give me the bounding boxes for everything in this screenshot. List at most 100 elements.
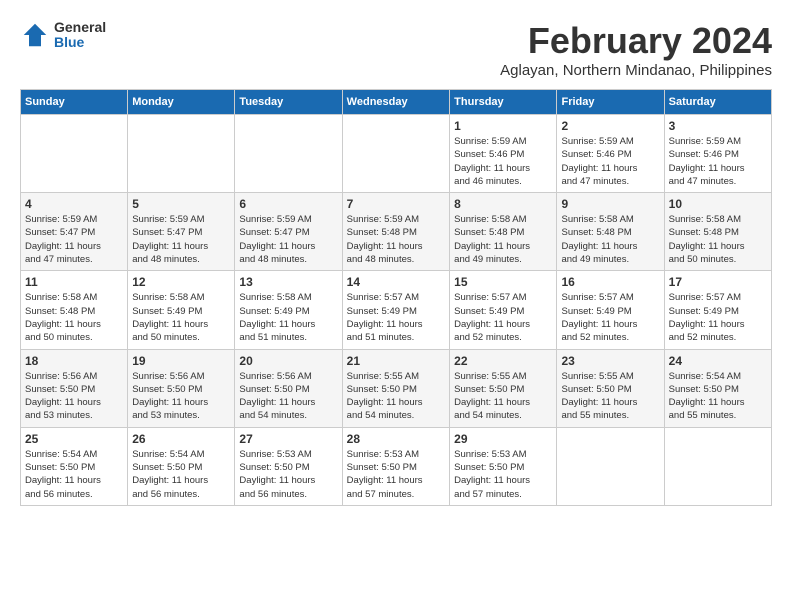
calendar-cell: 9 Sunrise: 5:58 AM Sunset: 5:48 PM Daylig… bbox=[557, 193, 664, 271]
calendar-cell: 18 Sunrise: 5:56 AM Sunset: 5:50 PM Dayli… bbox=[21, 349, 128, 427]
day-info: Sunrise: 5:58 AM Sunset: 5:49 PM Dayligh… bbox=[239, 291, 337, 344]
calendar-cell: 2Sunrise: 5:59 AM Sunset: 5:46 PM Daylig… bbox=[557, 115, 664, 193]
calendar-cell: 27Sunrise: 5:53 AM Sunset: 5:50 PM Dayli… bbox=[235, 427, 342, 505]
day-number: 15 bbox=[454, 275, 552, 289]
day-number: 7 bbox=[347, 197, 445, 211]
day-number: 16 bbox=[561, 275, 659, 289]
calendar-week-4: 18 Sunrise: 5:56 AM Sunset: 5:50 PM Dayli… bbox=[21, 349, 772, 427]
day-info: Sunrise: 5:54 AM Sunset: 5:50 PM Dayligh… bbox=[669, 370, 767, 423]
day-info: Sunrise: 5:55 AM Sunset: 5:50 PM Dayligh… bbox=[561, 370, 659, 423]
calendar-cell bbox=[128, 115, 235, 193]
day-info: Sunrise: 5:57 AM Sunset: 5:49 PM Dayligh… bbox=[454, 291, 552, 344]
day-number: 9 bbox=[561, 197, 659, 211]
page-header: General Blue February 2024 Aglayan, Nort… bbox=[20, 20, 772, 79]
calendar-cell bbox=[21, 115, 128, 193]
day-number: 22 bbox=[454, 354, 552, 368]
day-info: Sunrise: 5:58 AM Sunset: 5:49 PM Dayligh… bbox=[132, 291, 230, 344]
calendar-cell: 17 Sunrise: 5:57 AM Sunset: 5:49 PM Dayli… bbox=[664, 271, 771, 349]
day-info: Sunrise: 5:59 AM Sunset: 5:46 PM Dayligh… bbox=[669, 135, 767, 188]
logo: General Blue bbox=[20, 20, 106, 51]
calendar-cell: 26Sunrise: 5:54 AM Sunset: 5:50 PM Dayli… bbox=[128, 427, 235, 505]
day-number: 5 bbox=[132, 197, 230, 211]
day-info: Sunrise: 5:56 AM Sunset: 5:50 PM Dayligh… bbox=[25, 370, 123, 423]
calendar-body: 1Sunrise: 5:59 AM Sunset: 5:46 PM Daylig… bbox=[21, 115, 772, 506]
weekday-header-row: SundayMondayTuesdayWednesdayThursdayFrid… bbox=[21, 90, 772, 115]
weekday-header-wednesday: Wednesday bbox=[342, 90, 449, 115]
day-number: 12 bbox=[132, 275, 230, 289]
calendar-cell: 24 Sunrise: 5:54 AM Sunset: 5:50 PM Dayli… bbox=[664, 349, 771, 427]
calendar-cell: 25 Sunrise: 5:54 AM Sunset: 5:50 PM Dayli… bbox=[21, 427, 128, 505]
day-info: Sunrise: 5:57 AM Sunset: 5:49 PM Dayligh… bbox=[561, 291, 659, 344]
day-info: Sunrise: 5:56 AM Sunset: 5:50 PM Dayligh… bbox=[132, 370, 230, 423]
calendar-cell: 13 Sunrise: 5:58 AM Sunset: 5:49 PM Dayli… bbox=[235, 271, 342, 349]
day-info: Sunrise: 5:53 AM Sunset: 5:50 PM Dayligh… bbox=[347, 448, 445, 501]
day-info: Sunrise: 5:58 AM Sunset: 5:48 PM Dayligh… bbox=[454, 213, 552, 266]
day-number: 25 bbox=[25, 432, 123, 446]
weekday-header-tuesday: Tuesday bbox=[235, 90, 342, 115]
day-info: Sunrise: 5:55 AM Sunset: 5:50 PM Dayligh… bbox=[454, 370, 552, 423]
calendar-cell: 12 Sunrise: 5:58 AM Sunset: 5:49 PM Dayli… bbox=[128, 271, 235, 349]
day-number: 17 bbox=[669, 275, 767, 289]
day-info: Sunrise: 5:57 AM Sunset: 5:49 PM Dayligh… bbox=[347, 291, 445, 344]
day-info: Sunrise: 5:53 AM Sunset: 5:50 PM Dayligh… bbox=[454, 448, 552, 501]
calendar-week-3: 11 Sunrise: 5:58 AM Sunset: 5:48 PM Dayli… bbox=[21, 271, 772, 349]
calendar-cell: 15 Sunrise: 5:57 AM Sunset: 5:49 PM Dayli… bbox=[450, 271, 557, 349]
day-info: Sunrise: 5:58 AM Sunset: 5:48 PM Dayligh… bbox=[561, 213, 659, 266]
weekday-header-saturday: Saturday bbox=[664, 90, 771, 115]
calendar-cell: 19 Sunrise: 5:56 AM Sunset: 5:50 PM Dayli… bbox=[128, 349, 235, 427]
calendar-cell: 5 Sunrise: 5:59 AM Sunset: 5:47 PM Daylig… bbox=[128, 193, 235, 271]
calendar-cell: 11 Sunrise: 5:58 AM Sunset: 5:48 PM Dayli… bbox=[21, 271, 128, 349]
calendar-cell: 3 Sunrise: 5:59 AM Sunset: 5:46 PM Daylig… bbox=[664, 115, 771, 193]
calendar-cell: 22 Sunrise: 5:55 AM Sunset: 5:50 PM Dayli… bbox=[450, 349, 557, 427]
day-info: Sunrise: 5:55 AM Sunset: 5:50 PM Dayligh… bbox=[347, 370, 445, 423]
day-info: Sunrise: 5:58 AM Sunset: 5:48 PM Dayligh… bbox=[25, 291, 123, 344]
calendar-week-5: 25 Sunrise: 5:54 AM Sunset: 5:50 PM Dayli… bbox=[21, 427, 772, 505]
day-number: 6 bbox=[239, 197, 337, 211]
day-info: Sunrise: 5:59 AM Sunset: 5:46 PM Dayligh… bbox=[561, 135, 659, 188]
calendar-cell: 28Sunrise: 5:53 AM Sunset: 5:50 PM Dayli… bbox=[342, 427, 449, 505]
day-info: Sunrise: 5:59 AM Sunset: 5:47 PM Dayligh… bbox=[132, 213, 230, 266]
day-number: 24 bbox=[669, 354, 767, 368]
calendar-week-1: 1Sunrise: 5:59 AM Sunset: 5:46 PM Daylig… bbox=[21, 115, 772, 193]
calendar-cell: 21 Sunrise: 5:55 AM Sunset: 5:50 PM Dayli… bbox=[342, 349, 449, 427]
day-info: Sunrise: 5:58 AM Sunset: 5:48 PM Dayligh… bbox=[669, 213, 767, 266]
weekday-header-sunday: Sunday bbox=[21, 90, 128, 115]
day-info: Sunrise: 5:59 AM Sunset: 5:47 PM Dayligh… bbox=[25, 213, 123, 266]
day-number: 4 bbox=[25, 197, 123, 211]
calendar-cell: 23Sunrise: 5:55 AM Sunset: 5:50 PM Dayli… bbox=[557, 349, 664, 427]
calendar-cell: 4 Sunrise: 5:59 AM Sunset: 5:47 PM Daylig… bbox=[21, 193, 128, 271]
calendar-cell: 6Sunrise: 5:59 AM Sunset: 5:47 PM Daylig… bbox=[235, 193, 342, 271]
calendar-cell: 20 Sunrise: 5:56 AM Sunset: 5:50 PM Dayli… bbox=[235, 349, 342, 427]
calendar-cell: 10Sunrise: 5:58 AM Sunset: 5:48 PM Dayli… bbox=[664, 193, 771, 271]
day-info: Sunrise: 5:57 AM Sunset: 5:49 PM Dayligh… bbox=[669, 291, 767, 344]
calendar-cell bbox=[664, 427, 771, 505]
logo-blue: Blue bbox=[54, 35, 106, 50]
calendar-cell: 1Sunrise: 5:59 AM Sunset: 5:46 PM Daylig… bbox=[450, 115, 557, 193]
calendar-cell bbox=[557, 427, 664, 505]
calendar-cell bbox=[342, 115, 449, 193]
logo-icon bbox=[20, 20, 50, 50]
location-subtitle: Aglayan, Northern Mindanao, Philippines bbox=[500, 62, 772, 79]
day-number: 29 bbox=[454, 432, 552, 446]
day-info: Sunrise: 5:54 AM Sunset: 5:50 PM Dayligh… bbox=[25, 448, 123, 501]
day-info: Sunrise: 5:54 AM Sunset: 5:50 PM Dayligh… bbox=[132, 448, 230, 501]
calendar-cell: 8Sunrise: 5:58 AM Sunset: 5:48 PM Daylig… bbox=[450, 193, 557, 271]
day-number: 3 bbox=[669, 119, 767, 133]
weekday-header-friday: Friday bbox=[557, 90, 664, 115]
logo-general: General bbox=[54, 20, 106, 35]
day-number: 20 bbox=[239, 354, 337, 368]
calendar-cell: 29 Sunrise: 5:53 AM Sunset: 5:50 PM Dayli… bbox=[450, 427, 557, 505]
day-number: 19 bbox=[132, 354, 230, 368]
day-info: Sunrise: 5:53 AM Sunset: 5:50 PM Dayligh… bbox=[239, 448, 337, 501]
day-number: 21 bbox=[347, 354, 445, 368]
calendar-header: SundayMondayTuesdayWednesdayThursdayFrid… bbox=[21, 90, 772, 115]
calendar-cell: 7 Sunrise: 5:59 AM Sunset: 5:48 PM Daylig… bbox=[342, 193, 449, 271]
day-number: 11 bbox=[25, 275, 123, 289]
day-info: Sunrise: 5:59 AM Sunset: 5:48 PM Dayligh… bbox=[347, 213, 445, 266]
day-number: 18 bbox=[25, 354, 123, 368]
day-number: 13 bbox=[239, 275, 337, 289]
day-info: Sunrise: 5:59 AM Sunset: 5:46 PM Dayligh… bbox=[454, 135, 552, 188]
weekday-header-thursday: Thursday bbox=[450, 90, 557, 115]
day-info: Sunrise: 5:56 AM Sunset: 5:50 PM Dayligh… bbox=[239, 370, 337, 423]
calendar-cell: 14Sunrise: 5:57 AM Sunset: 5:49 PM Dayli… bbox=[342, 271, 449, 349]
